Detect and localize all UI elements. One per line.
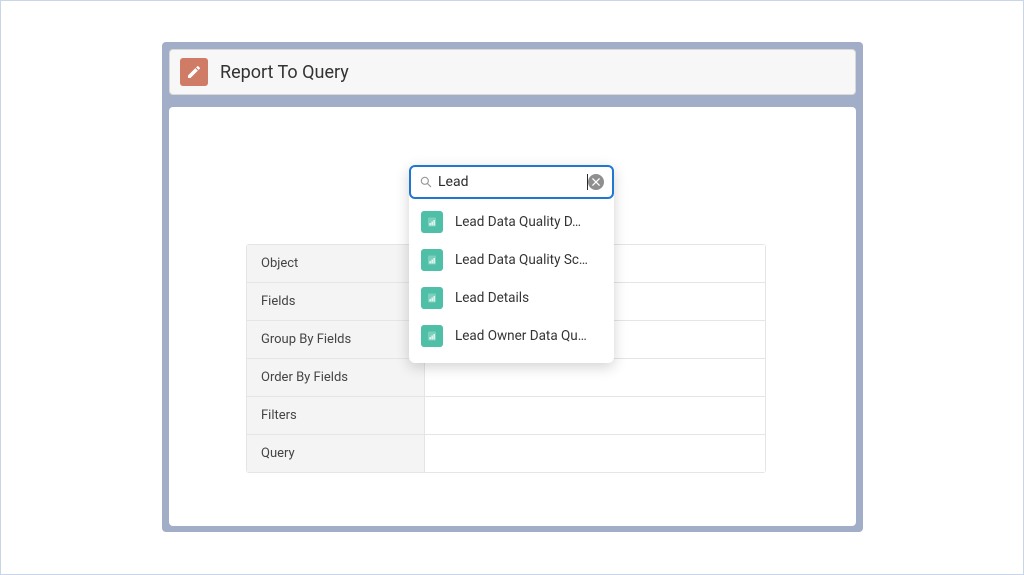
search-field[interactable]: Lead bbox=[409, 165, 614, 199]
result-label: Lead Data Quality D… bbox=[455, 214, 581, 230]
search-input[interactable]: Lead bbox=[438, 174, 586, 190]
edit-icon bbox=[180, 58, 208, 86]
outer-frame: Report To Query Object Fields Group By F… bbox=[0, 0, 1024, 575]
result-label: Lead Owner Data Qu… bbox=[455, 328, 587, 344]
result-item[interactable]: Lead Owner Data Qu… bbox=[409, 317, 614, 355]
result-label: Lead Data Quality Sc… bbox=[455, 252, 588, 268]
app-window: Report To Query Object Fields Group By F… bbox=[162, 42, 863, 532]
report-icon bbox=[421, 249, 443, 271]
search-results: Lead Data Quality D… Lead Data Quality S… bbox=[409, 199, 614, 363]
config-value-filters[interactable] bbox=[425, 397, 765, 434]
report-icon bbox=[421, 287, 443, 309]
result-item[interactable]: Lead Details bbox=[409, 279, 614, 317]
config-value-order-by[interactable] bbox=[425, 359, 765, 396]
header-bar: Report To Query bbox=[169, 49, 856, 95]
report-icon bbox=[421, 325, 443, 347]
config-label: Order By Fields bbox=[247, 359, 425, 396]
config-row-filters: Filters bbox=[247, 397, 765, 435]
result-label: Lead Details bbox=[455, 290, 529, 306]
config-label: Query bbox=[247, 435, 425, 472]
config-label: Group By Fields bbox=[247, 321, 425, 358]
page-title: Report To Query bbox=[220, 62, 349, 83]
config-label: Filters bbox=[247, 397, 425, 434]
search-icon bbox=[419, 175, 433, 189]
result-item[interactable]: Lead Data Quality Sc… bbox=[409, 241, 614, 279]
result-item[interactable]: Lead Data Quality D… bbox=[409, 203, 614, 241]
config-label: Fields bbox=[247, 283, 425, 320]
config-row-query: Query bbox=[247, 435, 765, 472]
search-dropdown: Lead Lead Data Q bbox=[409, 165, 614, 363]
config-label: Object bbox=[247, 245, 425, 282]
report-icon bbox=[421, 211, 443, 233]
clear-search-button[interactable] bbox=[588, 174, 604, 190]
config-row-order-by: Order By Fields bbox=[247, 359, 765, 397]
main-panel: Object Fields Group By Fields Order By F… bbox=[169, 107, 856, 526]
config-value-query[interactable] bbox=[425, 435, 765, 472]
